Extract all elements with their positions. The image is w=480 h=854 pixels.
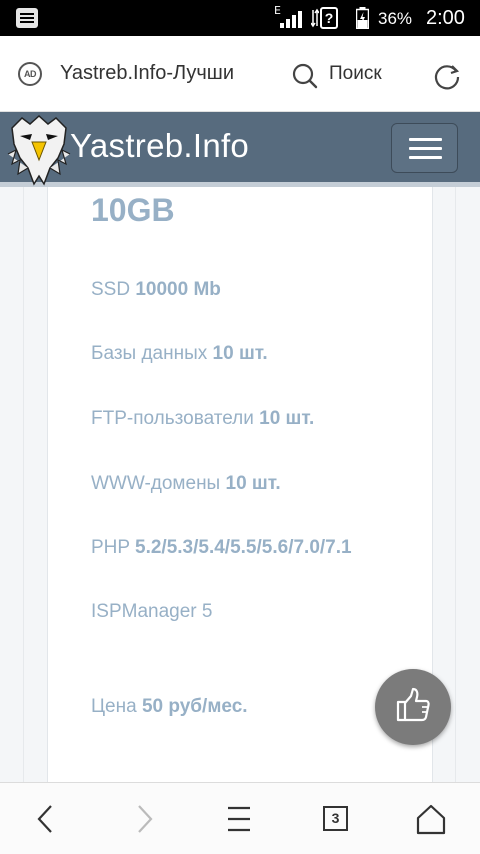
browser-address-bar: AD Yastreb.Info-Лучши Поиск <box>0 36 480 112</box>
search-icon[interactable] <box>292 63 318 89</box>
menu-bar-icon <box>409 156 442 159</box>
battery-charging-icon <box>356 7 369 29</box>
hosting-plan-card: 10GB SSD 10000 Mb Базы данных 10 шт. FTP… <box>47 187 433 782</box>
menu-bar-icon <box>409 138 442 141</box>
thumbs-up-icon <box>396 687 430 722</box>
signal-icon <box>280 11 302 28</box>
menu-icon[interactable] <box>221 801 257 837</box>
plan-price: Цена 50 руб/мес. <box>91 696 248 717</box>
battery-percent: 36% <box>378 9 413 28</box>
ad-block-icon[interactable]: AD <box>18 62 42 86</box>
column-border <box>455 187 456 782</box>
feature-databases: Базы данных 10 шт. <box>91 343 268 364</box>
forward-icon[interactable] <box>126 801 162 837</box>
feature-ssd: SSD 10000 Mb <box>91 279 221 300</box>
browser-bottom-bar: 3 <box>0 782 480 854</box>
menu-toggle-button[interactable] <box>391 123 458 173</box>
status-bar: E ? 36% 2:00 <box>0 0 480 36</box>
sim-unknown-icon: ? <box>320 7 338 29</box>
page-title-url[interactable]: Yastreb.Info-Лучши <box>60 62 272 88</box>
feature-php: PHP 5.2/5.3/5.4/5.5/5.6/7.0/7.1 <box>91 537 352 558</box>
menu-bar-icon <box>409 147 442 150</box>
data-transfer-icon <box>311 8 319 28</box>
reload-icon[interactable] <box>433 62 461 90</box>
eagle-logo-icon[interactable] <box>6 114 72 186</box>
search-button-label[interactable]: Поиск <box>329 63 382 85</box>
home-icon[interactable] <box>413 801 449 837</box>
column-border <box>23 187 24 782</box>
feature-ftp-users: FTP-пользователи 10 шт. <box>91 408 315 429</box>
back-icon[interactable] <box>28 801 64 837</box>
site-name[interactable]: Yastreb.Info <box>70 127 249 165</box>
feature-ispmanager: ISPManager 5 <box>91 601 213 622</box>
like-button[interactable] <box>375 669 451 745</box>
tabs-counter-button[interactable]: 3 <box>323 806 348 831</box>
plan-size: 10GB <box>91 192 175 228</box>
feature-www-domains: WWW-домены 10 шт. <box>91 473 281 494</box>
notification-icon <box>16 8 38 28</box>
clock: 2:00 <box>426 7 465 29</box>
